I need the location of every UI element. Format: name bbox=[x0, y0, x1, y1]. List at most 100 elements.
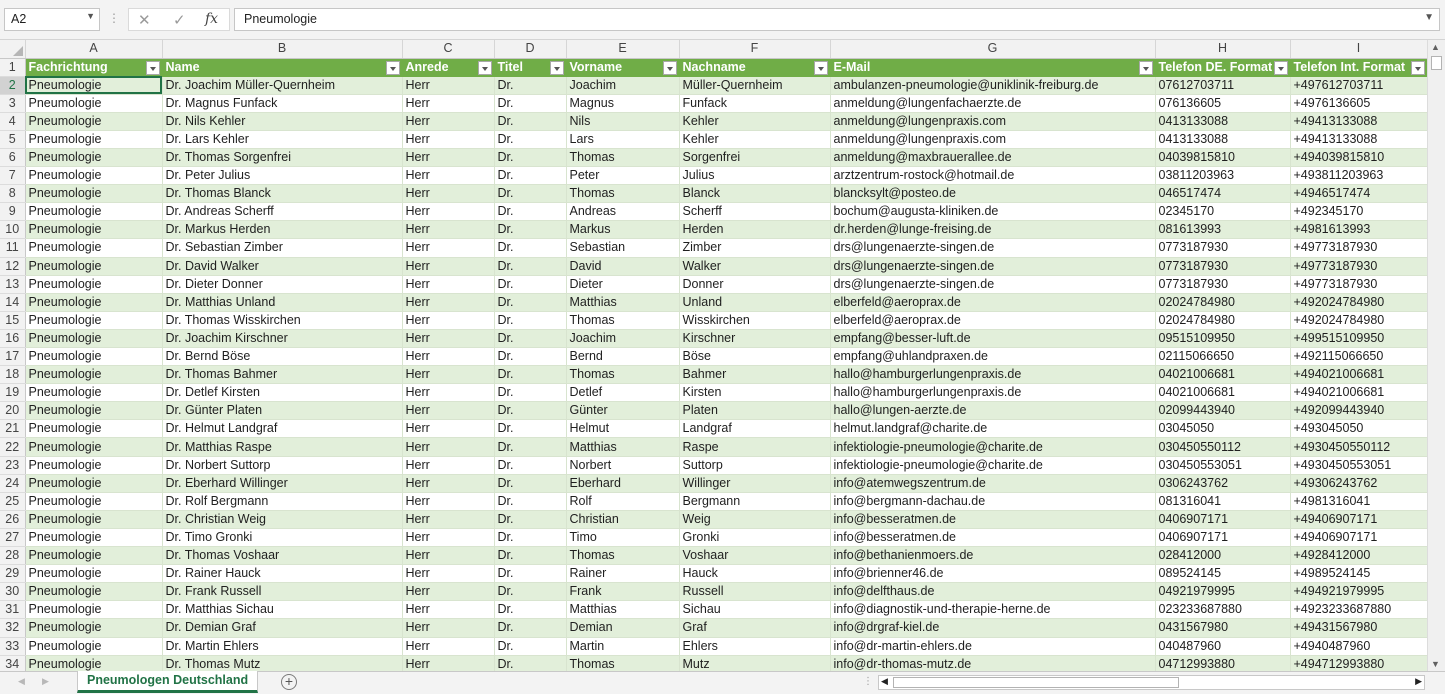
cell-nachname[interactable]: Hauck bbox=[679, 564, 831, 584]
cell-vorname[interactable]: Martin bbox=[566, 637, 680, 656]
cell-email[interactable]: info@delfthaus.de bbox=[830, 582, 1156, 602]
cell-telefon-de[interactable]: 040487960 bbox=[1155, 637, 1291, 656]
dropdown-filter-icon[interactable] bbox=[385, 60, 400, 75]
cell-fachrichtung[interactable]: Pneumologie bbox=[25, 293, 163, 312]
cell-email[interactable]: blancksylt@posteo.de bbox=[830, 184, 1156, 204]
row-number[interactable]: 30 bbox=[0, 582, 26, 602]
cell-telefon-de[interactable]: 03811203963 bbox=[1155, 166, 1291, 186]
cell-email[interactable]: info@brienner46.de bbox=[830, 564, 1156, 584]
cell-telefon-de[interactable]: 02024784980 bbox=[1155, 311, 1291, 330]
cell-anrede[interactable]: Herr bbox=[402, 510, 495, 529]
cell-anrede[interactable]: Herr bbox=[402, 383, 495, 403]
cell-email[interactable]: drs@lungenaerzte-singen.de bbox=[830, 257, 1156, 276]
cell-fachrichtung[interactable]: Pneumologie bbox=[25, 383, 163, 403]
scroll-right-icon[interactable]: ▶ bbox=[1415, 676, 1422, 687]
cell-telefon-int[interactable]: +4981613993 bbox=[1290, 220, 1427, 240]
cell-nachname[interactable]: Russell bbox=[679, 582, 831, 602]
cell-nachname[interactable]: Scherff bbox=[679, 202, 831, 222]
cell-email[interactable]: drs@lungenaerzte-singen.de bbox=[830, 238, 1156, 258]
cell-vorname[interactable]: Detlef bbox=[566, 383, 680, 403]
cell-telefon-de[interactable]: 04921979995 bbox=[1155, 582, 1291, 602]
cell-nachname[interactable]: Zimber bbox=[679, 238, 831, 258]
cell-telefon-int[interactable]: +4930450550112 bbox=[1290, 437, 1427, 457]
cell-email[interactable]: helmut.landgraf@charite.de bbox=[830, 419, 1156, 439]
cell-vorname[interactable]: Bernd bbox=[566, 347, 680, 367]
row-number[interactable]: 7 bbox=[0, 166, 26, 186]
cell-telefon-int[interactable]: +4989524145 bbox=[1290, 564, 1427, 584]
cell-anrede[interactable]: Herr bbox=[402, 546, 495, 566]
cell-email[interactable]: empfang@uhlandpraxen.de bbox=[830, 347, 1156, 367]
cell-telefon-de[interactable]: 04039815810 bbox=[1155, 148, 1291, 168]
cell-fachrichtung[interactable]: Pneumologie bbox=[25, 347, 163, 367]
cell-vorname[interactable]: Rainer bbox=[566, 564, 680, 584]
cell-name[interactable]: Dr. Thomas Voshaar bbox=[162, 546, 403, 566]
cell-telefon-int[interactable]: +492115066650 bbox=[1290, 347, 1427, 367]
cell-nachname[interactable]: Julius bbox=[679, 166, 831, 186]
cell-fachrichtung[interactable]: Pneumologie bbox=[25, 238, 163, 258]
cell-telefon-int[interactable]: +493811203963 bbox=[1290, 166, 1427, 186]
cell-fachrichtung[interactable]: Pneumologie bbox=[25, 528, 163, 548]
cell-fachrichtung[interactable]: Pneumologie bbox=[25, 564, 163, 584]
header-cell-titel[interactable]: Titel bbox=[494, 58, 567, 77]
cell-vorname[interactable]: Peter bbox=[566, 166, 680, 186]
dropdown-filter-icon[interactable] bbox=[145, 60, 160, 75]
cell-telefon-int[interactable]: +4930450553051 bbox=[1290, 456, 1427, 475]
cell-titel[interactable]: Dr. bbox=[494, 383, 567, 403]
cell-titel[interactable]: Dr. bbox=[494, 257, 567, 276]
dropdown-filter-icon[interactable] bbox=[813, 60, 828, 75]
cell-nachname[interactable]: Walker bbox=[679, 257, 831, 276]
cell-vorname[interactable]: Eberhard bbox=[566, 474, 680, 493]
dropdown-filter-icon[interactable] bbox=[662, 60, 677, 75]
cell-telefon-int[interactable]: +4940487960 bbox=[1290, 637, 1427, 656]
sheet-tab-active[interactable]: Pneumologen Deutschland bbox=[77, 671, 259, 693]
row-number[interactable]: 3 bbox=[0, 94, 26, 113]
chevron-down-icon[interactable]: ▼ bbox=[86, 11, 95, 21]
scroll-down-icon[interactable]: ▼ bbox=[1431, 659, 1440, 669]
cell-titel[interactable]: Dr. bbox=[494, 329, 567, 349]
cell-titel[interactable]: Dr. bbox=[494, 510, 567, 529]
cell-nachname[interactable]: Donner bbox=[679, 275, 831, 294]
cell-nachname[interactable]: Funfack bbox=[679, 94, 831, 113]
cell-telefon-int[interactable]: +492099443940 bbox=[1290, 401, 1427, 421]
cell-fachrichtung[interactable]: Pneumologie bbox=[25, 329, 163, 349]
cell-titel[interactable]: Dr. bbox=[494, 618, 567, 638]
row-number[interactable]: 10 bbox=[0, 220, 26, 240]
column-header-i[interactable]: I bbox=[1290, 40, 1427, 59]
cell-email[interactable]: bochum@augusta-kliniken.de bbox=[830, 202, 1156, 222]
cell-vorname[interactable]: Matthias bbox=[566, 600, 680, 620]
close-icon[interactable]: ✕ bbox=[138, 11, 151, 29]
cell-titel[interactable]: Dr. bbox=[494, 130, 567, 149]
cell-anrede[interactable]: Herr bbox=[402, 238, 495, 258]
cell-email[interactable]: anmeldung@lungenfachaerzte.de bbox=[830, 94, 1156, 113]
cell-anrede[interactable]: Herr bbox=[402, 401, 495, 421]
cell-telefon-de[interactable]: 09515109950 bbox=[1155, 329, 1291, 349]
cell-email[interactable]: info@besseratmen.de bbox=[830, 528, 1156, 548]
cell-titel[interactable]: Dr. bbox=[494, 184, 567, 204]
cell-telefon-int[interactable]: +4981316041 bbox=[1290, 492, 1427, 511]
cell-telefon-de[interactable]: 030450553051 bbox=[1155, 456, 1291, 475]
cell-telefon-de[interactable]: 02099443940 bbox=[1155, 401, 1291, 421]
cell-fachrichtung[interactable]: Pneumologie bbox=[25, 474, 163, 493]
cell-name[interactable]: Dr. Bernd Böse bbox=[162, 347, 403, 367]
cell-nachname[interactable]: Unland bbox=[679, 293, 831, 312]
cell-telefon-int[interactable]: +4976136605 bbox=[1290, 94, 1427, 113]
cell-telefon-de[interactable]: 081613993 bbox=[1155, 220, 1291, 240]
cell-telefon-de[interactable]: 04021006681 bbox=[1155, 365, 1291, 385]
scroll-left-icon[interactable]: ◀ bbox=[881, 676, 888, 687]
cell-email[interactable]: dr.herden@lunge-freising.de bbox=[830, 220, 1156, 240]
cell-telefon-int[interactable]: +492024784980 bbox=[1290, 293, 1427, 312]
plus-circle-icon[interactable]: + bbox=[281, 674, 297, 690]
cell-email[interactable]: info@bergmann-dachau.de bbox=[830, 492, 1156, 511]
cell-titel[interactable]: Dr. bbox=[494, 202, 567, 222]
row-number[interactable]: 34 bbox=[0, 655, 26, 671]
cell-telefon-int[interactable]: +49413133088 bbox=[1290, 112, 1427, 131]
cell-vorname[interactable]: Lars bbox=[566, 130, 680, 149]
cell-telefon-de[interactable]: 03045050 bbox=[1155, 419, 1291, 439]
cell-telefon-int[interactable]: +49413133088 bbox=[1290, 130, 1427, 149]
cell-vorname[interactable]: David bbox=[566, 257, 680, 276]
cell-telefon-de[interactable]: 0413133088 bbox=[1155, 112, 1291, 131]
cell-name[interactable]: Dr. Nils Kehler bbox=[162, 112, 403, 131]
cell-name[interactable]: Dr. Demian Graf bbox=[162, 618, 403, 638]
column-header-f[interactable]: F bbox=[679, 40, 831, 59]
cell-anrede[interactable]: Herr bbox=[402, 419, 495, 439]
